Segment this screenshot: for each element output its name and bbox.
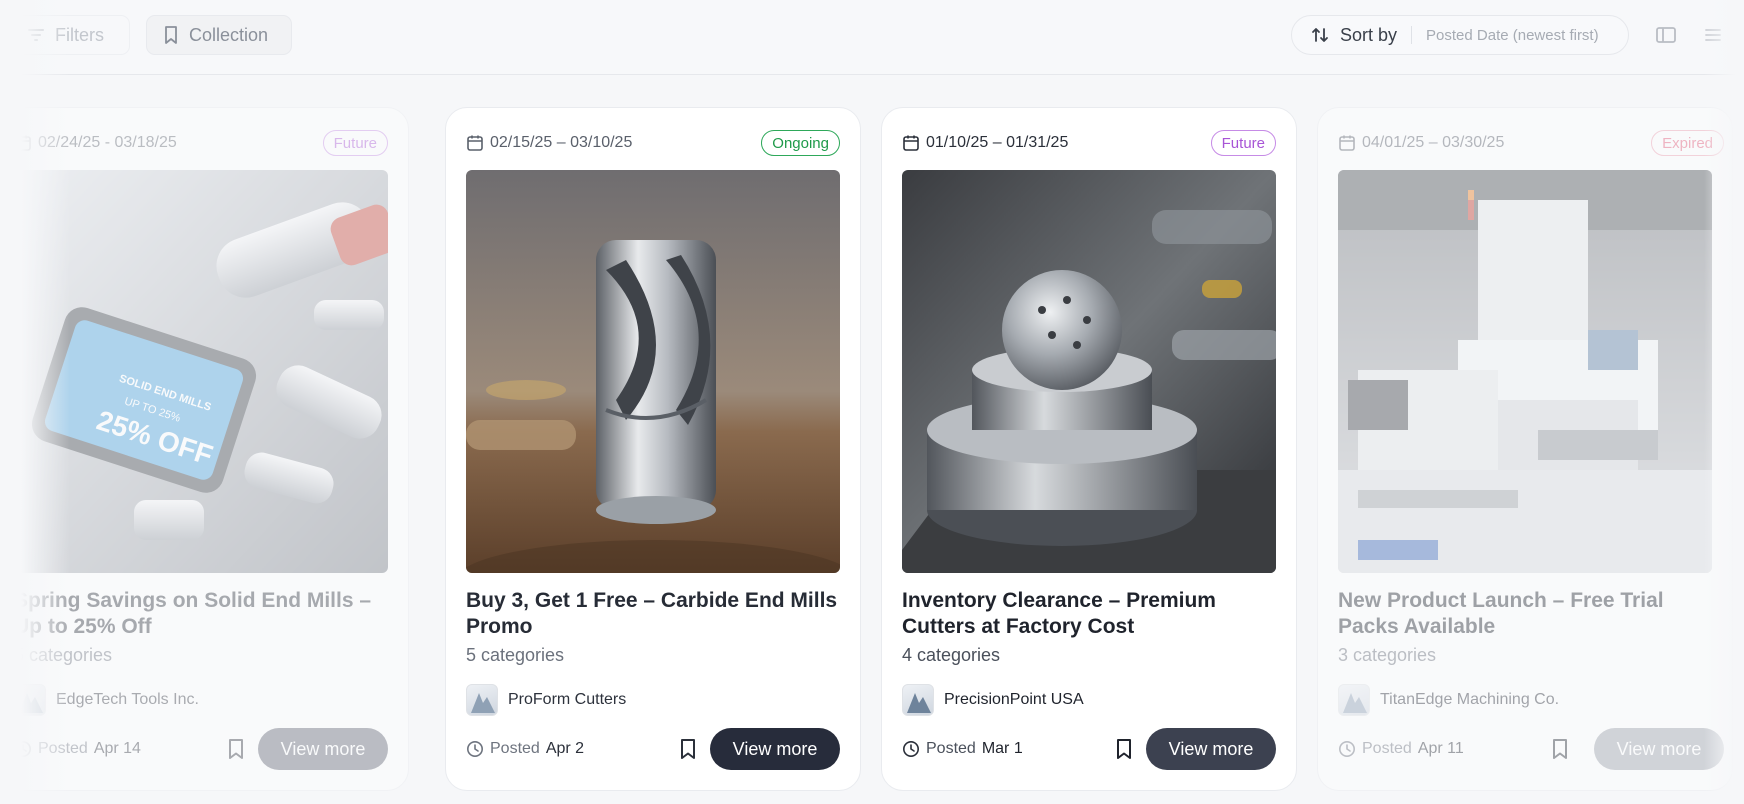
- vendor[interactable]: PrecisionPoint USA: [902, 684, 1084, 716]
- promotion-card[interactable]: 02/15/25 – 03/10/25 Ongoing Buy 3, Get 1: [445, 107, 861, 791]
- cnc-machine-image: [1338, 170, 1712, 573]
- promotion-title[interactable]: New Product Launch – Free Trial Packs Av…: [1338, 588, 1718, 640]
- status-badge: Future: [322, 130, 388, 156]
- promotion-title[interactable]: Spring Savings on Solid End Mills – Up t…: [14, 588, 394, 640]
- annular-cutter-image: [466, 170, 840, 573]
- category-count: 4 categories: [902, 645, 1001, 665]
- vendor-name: PrecisionPoint USA: [944, 691, 1084, 708]
- posted-date: Posted Mar 1: [902, 740, 1023, 758]
- posted-label: Posted: [1362, 740, 1412, 757]
- date-row: 02/15/25 – 03/10/25 Ongoing: [466, 130, 840, 156]
- posted-date: Posted Apr 2: [466, 740, 584, 758]
- bookmark-icon[interactable]: [1112, 737, 1136, 761]
- category-count: 3 categories: [1338, 645, 1437, 665]
- bookmark-icon[interactable]: [224, 737, 248, 761]
- promotion-card[interactable]: 04/01/25 – 03/30/25 Expired New Product …: [1317, 107, 1733, 791]
- date-row: 01/10/25 – 01/31/25 Future: [902, 130, 1276, 156]
- date-range: 01/10/25 – 01/31/25: [926, 134, 1069, 151]
- card-footer: Posted Apr 11 View more: [1338, 728, 1724, 770]
- calendar-icon: [903, 135, 919, 151]
- promotion-title[interactable]: Inventory Clearance – Premium Cutters at…: [902, 588, 1282, 640]
- status-badge: Future: [1210, 130, 1276, 156]
- promotion-title[interactable]: Buy 3, Get 1 Free – Carbide End Mills Pr…: [466, 588, 846, 640]
- vendor-logo: [466, 684, 498, 716]
- clock-icon: [1339, 741, 1355, 757]
- vendor-name: EdgeTech Tools Inc.: [56, 691, 199, 708]
- bookmark-icon[interactable]: [1548, 737, 1572, 761]
- posted-value: Apr 2: [545, 740, 585, 757]
- vendor[interactable]: ProForm Cutters: [466, 684, 626, 716]
- promotions-grid: 02/24/25 - 03/18/25 Future SOLID END MIL…: [0, 0, 1744, 804]
- posted-value: Mar 1: [981, 740, 1023, 757]
- posted-label: Posted: [926, 740, 976, 757]
- carousel-fade-right: [1704, 0, 1744, 804]
- posted-value: Apr 11: [1417, 740, 1464, 757]
- card-footer: Posted Apr 14 View more: [14, 728, 388, 770]
- posted-value: Apr 14: [93, 740, 141, 757]
- date-row: 02/24/25 - 03/18/25 Future: [14, 130, 388, 156]
- ball-cutter-image: [902, 170, 1276, 573]
- promotion-card[interactable]: 01/10/25 – 01/31/25 Future Inventory Cle…: [881, 107, 1297, 791]
- clock-icon: [903, 741, 919, 757]
- clock-icon: [467, 741, 483, 757]
- posted-label: Posted: [490, 740, 540, 757]
- calendar-icon: [1339, 135, 1355, 151]
- end-mills-promo-image: SOLID END MILLS UP TO 25% 25% OFF: [14, 170, 388, 573]
- vendor-logo: [1338, 684, 1370, 716]
- vendor-name: TitanEdge Machining Co.: [1380, 691, 1560, 708]
- carousel-fade-left: [0, 0, 70, 804]
- calendar-icon: [467, 135, 483, 151]
- category-count: 5 categories: [466, 645, 565, 665]
- date-range: 04/01/25 – 03/30/25: [1362, 134, 1505, 151]
- card-footer: Posted Apr 2 View more: [466, 728, 840, 770]
- date-row: 04/01/25 – 03/30/25 Expired: [1338, 130, 1724, 156]
- bookmark-icon[interactable]: [676, 737, 700, 761]
- status-badge: Ongoing: [761, 130, 840, 156]
- posted-date: Posted Apr 11: [1338, 740, 1464, 758]
- date-range: 02/15/25 – 03/10/25: [490, 134, 633, 151]
- vendor[interactable]: TitanEdge Machining Co.: [1338, 684, 1559, 716]
- view-more-button[interactable]: View more: [258, 728, 388, 770]
- vendor-name: ProForm Cutters: [508, 691, 627, 708]
- view-more-button[interactable]: View more: [1146, 728, 1276, 770]
- vendor-logo: [902, 684, 934, 716]
- card-footer: Posted Mar 1 View more: [902, 728, 1276, 770]
- view-more-button[interactable]: View more: [710, 728, 840, 770]
